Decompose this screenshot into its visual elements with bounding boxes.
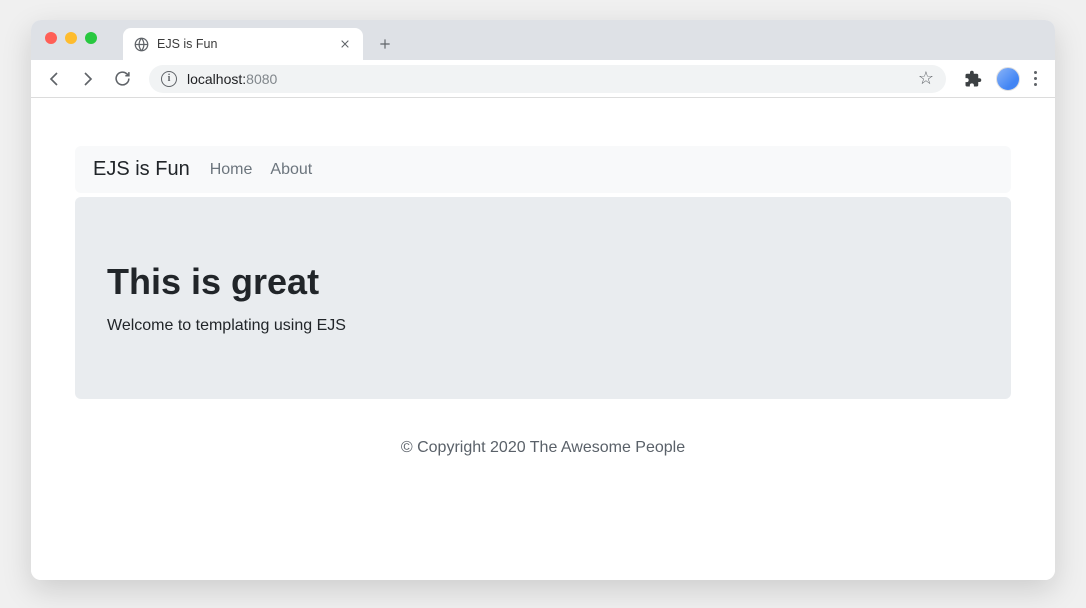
close-tab-button[interactable]: [337, 36, 353, 52]
navbar-brand[interactable]: EJS is Fun: [93, 158, 190, 181]
window-controls: [45, 32, 97, 44]
bookmark-star-icon[interactable]: ☆: [918, 68, 934, 89]
address-bar[interactable]: i localhost:8080 ☆: [149, 65, 946, 93]
viewport: EJS is Fun Home About This is great Welc…: [31, 98, 1055, 580]
tab-strip: EJS is Fun: [123, 20, 399, 60]
nav-link-home[interactable]: Home: [210, 161, 253, 179]
page-container: EJS is Fun Home About This is great Welc…: [31, 98, 1055, 477]
maximize-window-button[interactable]: [85, 32, 97, 44]
profile-avatar[interactable]: [996, 67, 1020, 91]
site-info-icon[interactable]: i: [161, 71, 177, 87]
forward-button[interactable]: [73, 64, 103, 94]
page-subtext: Welcome to templating using EJS: [107, 317, 979, 335]
back-button[interactable]: [39, 64, 69, 94]
browser-tab[interactable]: EJS is Fun: [123, 28, 363, 60]
new-tab-button[interactable]: [371, 30, 399, 58]
reload-button[interactable]: [107, 64, 137, 94]
globe-icon: [133, 36, 149, 52]
browser-menu-button[interactable]: [1028, 65, 1043, 92]
tab-title: EJS is Fun: [157, 37, 329, 51]
toolbar-right: [958, 64, 1047, 94]
page-navbar: EJS is Fun Home About: [75, 146, 1011, 193]
jumbotron: This is great Welcome to templating usin…: [75, 197, 1011, 399]
browser-window: EJS is Fun: [31, 20, 1055, 580]
page-heading: This is great: [107, 261, 979, 303]
navbar-links: Home About: [210, 161, 313, 179]
nav-link-about[interactable]: About: [270, 161, 312, 179]
minimize-window-button[interactable]: [65, 32, 77, 44]
title-bar: EJS is Fun: [31, 20, 1055, 60]
puzzle-icon: [964, 70, 982, 88]
url-text: localhost:8080: [187, 71, 908, 87]
close-window-button[interactable]: [45, 32, 57, 44]
page-footer: © Copyright 2020 The Awesome People: [75, 439, 1011, 457]
url-host: localhost:: [187, 71, 246, 87]
extensions-button[interactable]: [958, 64, 988, 94]
toolbar: i localhost:8080 ☆: [31, 60, 1055, 98]
url-port: 8080: [246, 71, 277, 87]
